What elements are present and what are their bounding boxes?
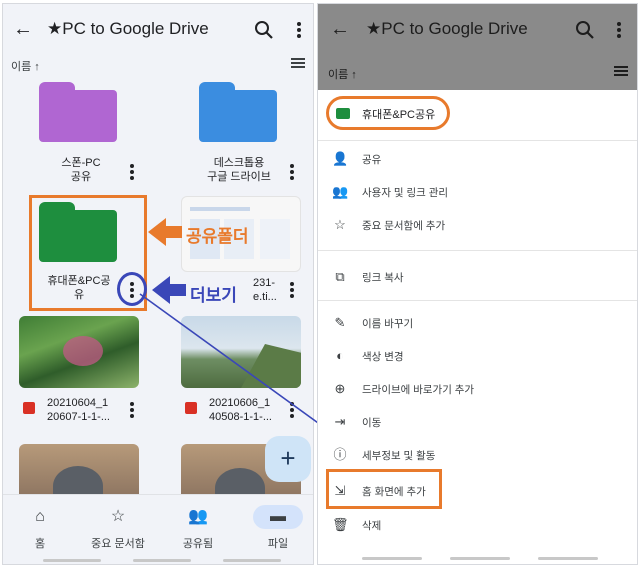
- drive-folder-view: ← ★PC to Google Drive 이름 ↑ 스폰-PC 공유 데스크톱용…: [2, 3, 314, 565]
- back-arrow-icon[interactable]: ←: [13, 18, 33, 40]
- info-icon: ⓘ: [333, 447, 347, 462]
- star-icon: ☆: [110, 508, 126, 525]
- nav-starred[interactable]: ☆ 중요 문서함: [83, 505, 153, 551]
- folder-header-highlight: [326, 96, 450, 130]
- back-arrow-icon: ←: [330, 18, 350, 40]
- menu-move[interactable]: ⇥ 이동: [318, 411, 637, 437]
- menu-add-shortcut[interactable]: ⊕ 드라이브에 바로가기 추가: [318, 378, 637, 404]
- shared-folder-callout: 공유폴더: [186, 227, 249, 246]
- nav-home[interactable]: ⌂ 홈: [5, 505, 75, 551]
- trash-icon: 🗑: [332, 517, 349, 532]
- sort-by-name[interactable]: 이름 ↑: [11, 58, 40, 74]
- star-icon: ☆: [334, 217, 346, 232]
- photo-thumbnail[interactable]: [181, 316, 301, 388]
- add-shortcut-icon: ⊕: [334, 381, 346, 396]
- more-options-icon[interactable]: [289, 400, 295, 420]
- overflow-menu-icon[interactable]: [296, 20, 302, 40]
- dimmed-app-bar: ← ★PC to Google Drive 이름 ↑: [318, 4, 637, 90]
- list-view-icon[interactable]: [291, 58, 305, 70]
- gesture-bar: [450, 557, 510, 560]
- photo-name: 20210606_1 40508-1-1-...: [209, 397, 272, 423]
- menu-delete[interactable]: 🗑 삭제: [318, 514, 637, 540]
- folder-title: ★PC to Google Drive: [47, 19, 209, 38]
- menu-add-starred[interactable]: ☆ 중요 문서함에 추가: [318, 214, 637, 240]
- new-item-button[interactable]: +: [265, 436, 311, 482]
- home-icon: ⌂: [35, 508, 45, 525]
- folder-icon[interactable]: [39, 82, 117, 142]
- search-icon: [576, 21, 594, 39]
- menu-rename[interactable]: ✎ 이름 바꾸기: [318, 312, 637, 338]
- menu-manage-people[interactable]: 👥 사용자 및 링크 관리: [318, 181, 637, 207]
- image-file-icon: [23, 402, 35, 414]
- image-file-icon: [185, 402, 197, 414]
- gesture-bar: [133, 559, 191, 562]
- menu-change-color[interactable]: ◐ 색상 변경: [318, 345, 637, 371]
- pencil-icon: ✎: [334, 315, 346, 330]
- palette-icon: ◐: [336, 348, 344, 363]
- nav-files[interactable]: ▬ 파일: [243, 505, 313, 551]
- photo-name: 20210604_1 20607-1-1-...: [47, 397, 110, 423]
- menu-details[interactable]: ⓘ 세부정보 및 활동: [318, 444, 637, 470]
- more-options-icon[interactable]: [129, 162, 135, 182]
- document-name: 231- e.ti...: [253, 277, 277, 303]
- photo-thumbnail[interactable]: [19, 444, 139, 500]
- move-icon: ⇥: [334, 414, 346, 429]
- folder-icon[interactable]: [199, 82, 277, 142]
- nav-shared[interactable]: 👥 공유됨: [163, 505, 233, 551]
- divider: [318, 300, 637, 301]
- folder-options-sheet-view: ← ★PC to Google Drive 이름 ↑ 휴대폰&PC공유 👤 공유…: [317, 3, 638, 565]
- more-callout: 더보기: [190, 286, 237, 305]
- app-bar: ← ★PC to Google Drive: [3, 4, 313, 56]
- menu-share[interactable]: 👤 공유: [318, 148, 637, 174]
- gesture-bar: [223, 559, 281, 562]
- more-options-highlight: [117, 272, 147, 306]
- overflow-menu-icon: [616, 20, 622, 40]
- menu-copy-link[interactable]: ⧉ 링크 복사: [318, 266, 637, 292]
- gesture-bar: [43, 559, 101, 562]
- gesture-bar: [538, 557, 598, 560]
- folder-name: 스폰-PC 공유: [61, 157, 101, 183]
- copy-icon: ⧉: [335, 269, 345, 284]
- folder-title: ★PC to Google Drive: [366, 19, 528, 38]
- people-icon: 👥: [332, 184, 349, 199]
- more-options-icon[interactable]: [289, 162, 295, 182]
- divider: [318, 140, 637, 141]
- gesture-bar: [362, 557, 422, 560]
- more-options-icon[interactable]: [129, 400, 135, 420]
- folder-name: 데스크톱용 구글 드라이브: [207, 157, 271, 183]
- screenshot-composite: ← ★PC to Google Drive 이름 ↑ 스폰-PC 공유 데스크톱용…: [0, 0, 640, 568]
- person-add-icon: 👤: [332, 151, 349, 166]
- bottom-navigation: ⌂ 홈 ☆ 중요 문서함 👥 공유됨 ▬ 파일: [3, 494, 313, 564]
- add-to-home-highlight: [326, 469, 442, 509]
- list-view-icon: [614, 66, 628, 78]
- more-options-icon[interactable]: [289, 280, 295, 300]
- photo-thumbnail[interactable]: [19, 316, 139, 388]
- folder-nav-icon: ▬: [253, 505, 303, 529]
- search-icon[interactable]: [253, 19, 275, 41]
- divider: [318, 250, 637, 251]
- sort-by-name: 이름 ↑: [328, 69, 357, 81]
- people-icon: 👥: [188, 508, 208, 525]
